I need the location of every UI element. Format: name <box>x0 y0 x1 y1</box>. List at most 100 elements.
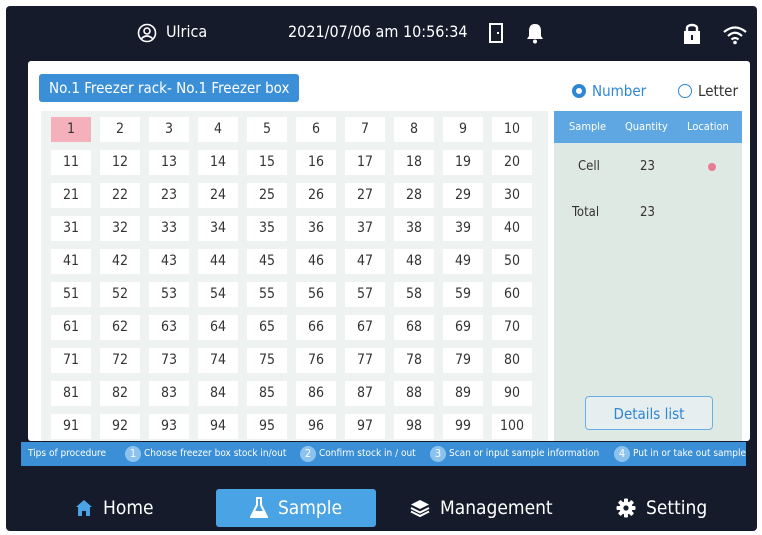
radio-letter[interactable]: Letter <box>678 81 738 101</box>
nav-home[interactable]: Home <box>75 489 154 527</box>
grid-cell[interactable]: 56 <box>296 282 336 307</box>
grid-cell[interactable]: 65 <box>247 315 287 340</box>
grid-cell[interactable]: 62 <box>100 315 140 340</box>
grid-cell[interactable]: 86 <box>296 381 336 406</box>
grid-cell[interactable]: 87 <box>345 381 385 406</box>
grid-cell[interactable]: 31 <box>51 216 91 241</box>
grid-cell[interactable]: 7 <box>345 117 385 142</box>
grid-cell[interactable]: 8 <box>394 117 434 142</box>
grid-cell[interactable]: 69 <box>443 315 483 340</box>
lock-icon[interactable] <box>682 21 702 45</box>
grid-cell[interactable]: 77 <box>345 348 385 373</box>
grid-cell[interactable]: 59 <box>443 282 483 307</box>
grid-cell[interactable]: 33 <box>149 216 189 241</box>
grid-cell[interactable]: 68 <box>394 315 434 340</box>
nav-management[interactable]: Management <box>410 489 553 527</box>
grid-cell[interactable]: 34 <box>198 216 238 241</box>
grid-cell[interactable]: 92 <box>100 414 140 439</box>
grid-cell[interactable]: 3 <box>149 117 189 142</box>
grid-cell[interactable]: 42 <box>100 249 140 274</box>
grid-cell[interactable]: 97 <box>345 414 385 439</box>
grid-cell[interactable]: 64 <box>198 315 238 340</box>
grid-cell[interactable]: 37 <box>345 216 385 241</box>
grid-cell[interactable]: 17 <box>345 150 385 175</box>
grid-cell[interactable]: 46 <box>296 249 336 274</box>
grid-cell[interactable]: 96 <box>296 414 336 439</box>
grid-cell[interactable]: 99 <box>443 414 483 439</box>
grid-cell[interactable]: 84 <box>198 381 238 406</box>
grid-cell[interactable]: 43 <box>149 249 189 274</box>
grid-cell[interactable]: 30 <box>492 183 532 208</box>
grid-cell[interactable]: 20 <box>492 150 532 175</box>
grid-cell[interactable]: 14 <box>198 150 238 175</box>
grid-cell[interactable]: 18 <box>394 150 434 175</box>
grid-cell[interactable]: 38 <box>394 216 434 241</box>
grid-cell[interactable]: 49 <box>443 249 483 274</box>
grid-cell[interactable]: 57 <box>345 282 385 307</box>
grid-cell[interactable]: 26 <box>296 183 336 208</box>
grid-cell[interactable]: 81 <box>51 381 91 406</box>
wifi-icon[interactable] <box>722 25 748 45</box>
grid-cell[interactable]: 63 <box>149 315 189 340</box>
grid-cell[interactable]: 78 <box>394 348 434 373</box>
grid-cell[interactable]: 50 <box>492 249 532 274</box>
grid-cell[interactable]: 61 <box>51 315 91 340</box>
grid-cell[interactable]: 67 <box>345 315 385 340</box>
grid-cell[interactable]: 53 <box>149 282 189 307</box>
grid-cell[interactable]: 95 <box>247 414 287 439</box>
grid-cell[interactable]: 13 <box>149 150 189 175</box>
grid-cell[interactable]: 9 <box>443 117 483 142</box>
nav-setting[interactable]: Setting <box>616 489 707 527</box>
grid-cell[interactable]: 1 <box>51 117 91 142</box>
grid-cell[interactable]: 76 <box>296 348 336 373</box>
bell-icon[interactable] <box>525 22 545 44</box>
grid-cell[interactable]: 6 <box>296 117 336 142</box>
grid-cell[interactable]: 83 <box>149 381 189 406</box>
user-icon[interactable] <box>137 23 157 43</box>
grid-cell[interactable]: 19 <box>443 150 483 175</box>
grid-cell[interactable]: 90 <box>492 381 532 406</box>
location-dot-icon[interactable] <box>708 163 716 171</box>
grid-cell[interactable]: 12 <box>100 150 140 175</box>
grid-cell[interactable]: 89 <box>443 381 483 406</box>
grid-cell[interactable]: 4 <box>198 117 238 142</box>
grid-cell[interactable]: 48 <box>394 249 434 274</box>
grid-cell[interactable]: 22 <box>100 183 140 208</box>
grid-cell[interactable]: 36 <box>296 216 336 241</box>
grid-cell[interactable]: 91 <box>51 414 91 439</box>
grid-cell[interactable]: 5 <box>247 117 287 142</box>
grid-cell[interactable]: 88 <box>394 381 434 406</box>
grid-cell[interactable]: 54 <box>198 282 238 307</box>
grid-cell[interactable]: 47 <box>345 249 385 274</box>
grid-cell[interactable]: 72 <box>100 348 140 373</box>
grid-cell[interactable]: 93 <box>149 414 189 439</box>
grid-cell[interactable]: 98 <box>394 414 434 439</box>
door-icon[interactable] <box>488 22 504 44</box>
grid-cell[interactable]: 23 <box>149 183 189 208</box>
grid-cell[interactable]: 73 <box>149 348 189 373</box>
grid-cell[interactable]: 55 <box>247 282 287 307</box>
grid-cell[interactable]: 80 <box>492 348 532 373</box>
grid-cell[interactable]: 52 <box>100 282 140 307</box>
grid-cell[interactable]: 82 <box>100 381 140 406</box>
grid-cell[interactable]: 41 <box>51 249 91 274</box>
grid-cell[interactable]: 74 <box>198 348 238 373</box>
grid-cell[interactable]: 39 <box>443 216 483 241</box>
grid-cell[interactable]: 75 <box>247 348 287 373</box>
grid-cell[interactable]: 27 <box>345 183 385 208</box>
grid-cell[interactable]: 66 <box>296 315 336 340</box>
grid-cell[interactable]: 15 <box>247 150 287 175</box>
grid-cell[interactable]: 70 <box>492 315 532 340</box>
nav-sample[interactable]: Sample <box>216 489 376 527</box>
grid-cell[interactable]: 25 <box>247 183 287 208</box>
grid-cell[interactable]: 16 <box>296 150 336 175</box>
grid-cell[interactable]: 94 <box>198 414 238 439</box>
grid-cell[interactable]: 29 <box>443 183 483 208</box>
grid-cell[interactable]: 45 <box>247 249 287 274</box>
grid-cell[interactable]: 35 <box>247 216 287 241</box>
grid-cell[interactable]: 79 <box>443 348 483 373</box>
grid-cell[interactable]: 100 <box>492 414 532 439</box>
grid-cell[interactable]: 24 <box>198 183 238 208</box>
grid-cell[interactable]: 32 <box>100 216 140 241</box>
radio-number[interactable]: Number <box>572 81 646 101</box>
